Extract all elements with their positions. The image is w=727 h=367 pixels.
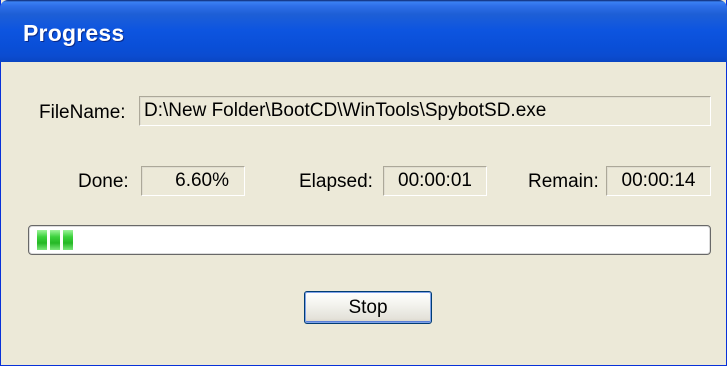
elapsed-field: 00:00:01	[383, 166, 487, 196]
filename-field: D:\New Folder\BootCD\WinTools\SpybotSD.e…	[139, 96, 711, 126]
remain-value: 00:00:14	[621, 170, 696, 191]
done-label: Done:	[78, 171, 129, 192]
window-title: Progress	[23, 20, 125, 46]
title-bar[interactable]: Progress	[0, 0, 727, 62]
progress-segment	[50, 230, 60, 250]
progress-fill	[37, 230, 73, 250]
stop-button[interactable]: Stop	[304, 291, 432, 324]
dialog-body: FileName: D:\New Folder\BootCD\WinTools\…	[1, 62, 726, 365]
progress-dialog: Progress FileName: D:\New Folder\BootCD\…	[0, 0, 727, 366]
filename-label: FileName:	[39, 102, 126, 123]
remain-field: 00:00:14	[606, 166, 711, 196]
elapsed-value: 00:00:01	[398, 170, 472, 191]
elapsed-label: Elapsed:	[299, 171, 373, 192]
progress-bar	[28, 225, 711, 255]
done-field: 6.60%	[141, 166, 245, 196]
progress-segment	[63, 230, 73, 250]
remain-label: Remain:	[528, 171, 599, 192]
done-value: 6.60%	[175, 170, 229, 191]
progress-segment	[37, 230, 47, 250]
filename-value: D:\New Folder\BootCD\WinTools\SpybotSD.e…	[144, 100, 547, 121]
